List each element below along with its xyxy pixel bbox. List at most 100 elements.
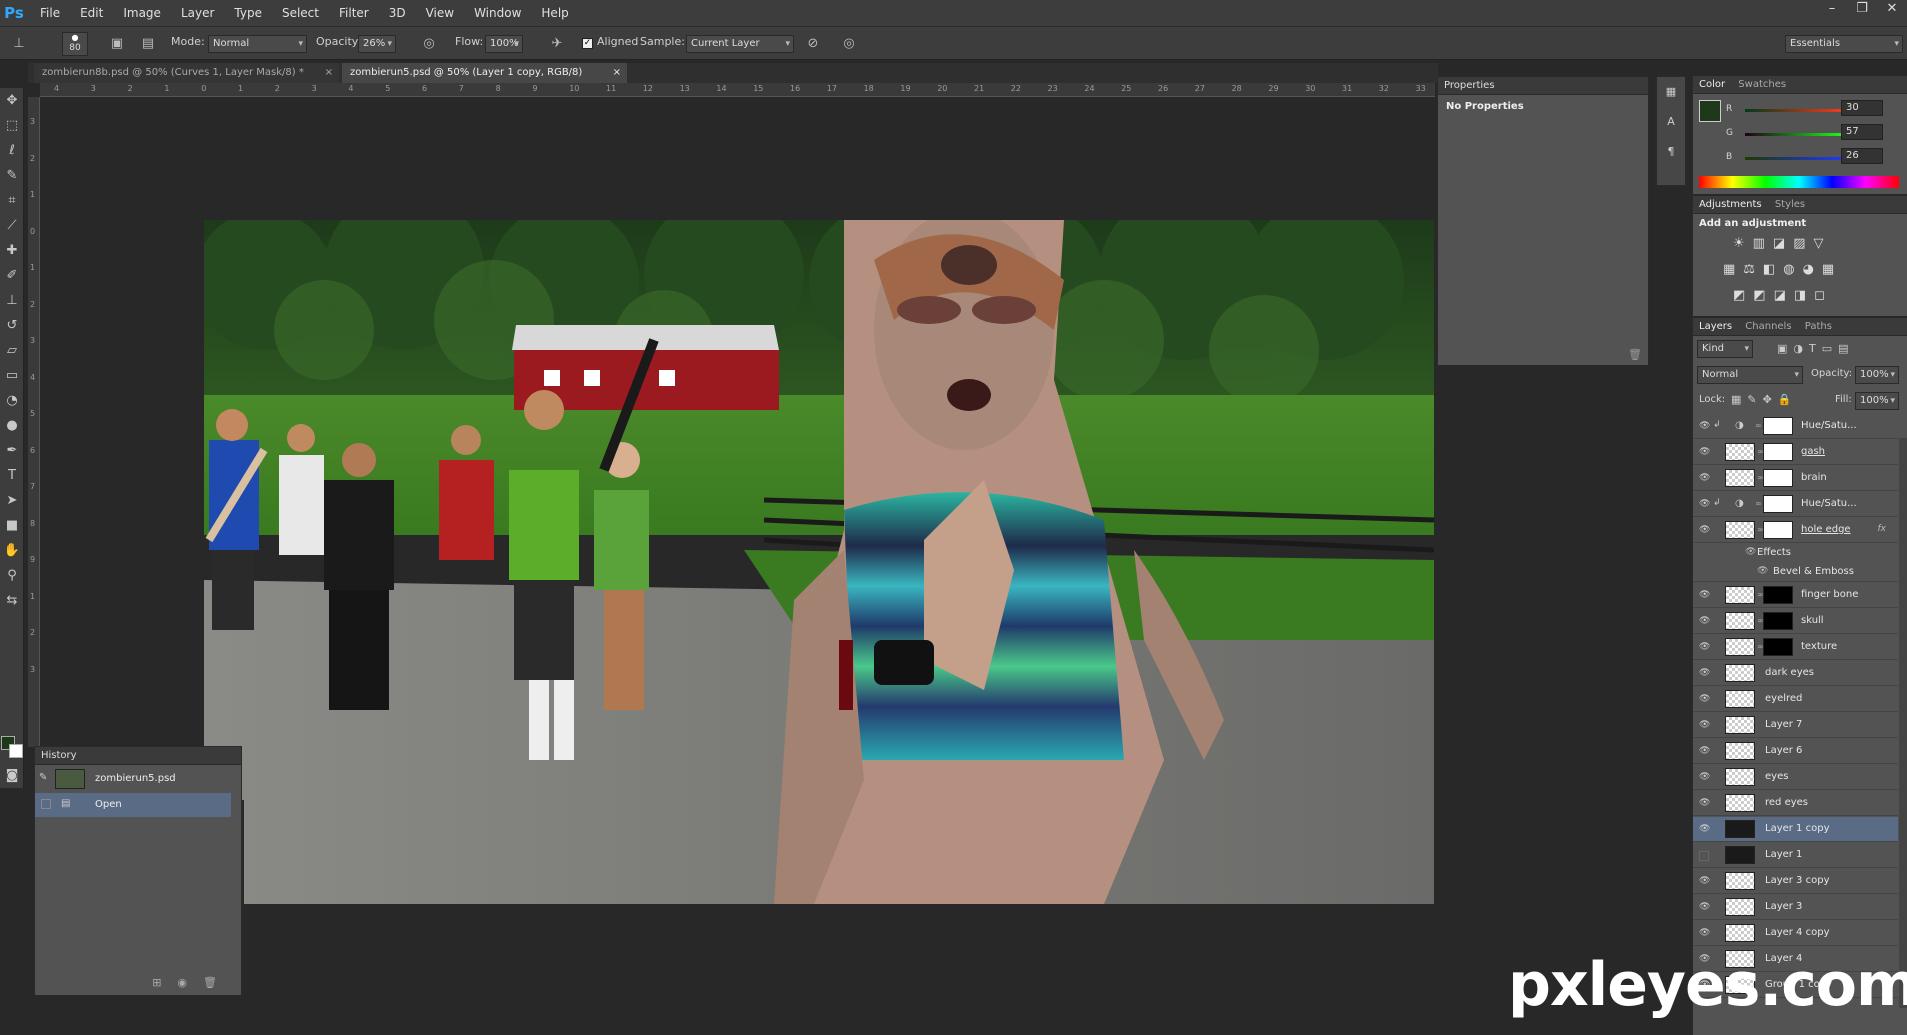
history-step-checkbox[interactable] xyxy=(41,799,51,809)
layer-row[interactable]: 👁 eyes xyxy=(1693,765,1898,790)
clone-stamp-icon[interactable]: ⊥ xyxy=(10,35,28,53)
layer-row[interactable]: 👁 Layer 3 xyxy=(1693,895,1898,920)
layer-mask-thumbnail[interactable] xyxy=(1763,417,1793,435)
shape-tool-icon[interactable]: ■ xyxy=(0,513,24,538)
r-slider[interactable] xyxy=(1745,109,1845,112)
lasso-tool-icon[interactable]: ℓ xyxy=(0,138,24,163)
effect-row[interactable]: 👁 Bevel & Emboss xyxy=(1693,563,1898,582)
quick-select-tool-icon[interactable]: ✎ xyxy=(0,163,24,188)
effects-row[interactable]: 👁 Effects xyxy=(1693,544,1898,563)
layer-row[interactable]: 👁 Layer 7 xyxy=(1693,713,1898,738)
menu-view[interactable]: View xyxy=(416,0,464,27)
flow-input[interactable]: 100% xyxy=(485,35,523,53)
b-slider[interactable] xyxy=(1745,157,1845,160)
brush-tool-icon[interactable]: ✐ xyxy=(0,263,24,288)
restore-button[interactable]: ❐ xyxy=(1847,0,1877,20)
marquee-tool-icon[interactable]: ⬚ xyxy=(0,113,24,138)
tab-swatches[interactable]: Swatches xyxy=(1738,76,1786,94)
layer-row[interactable]: 👁 red eyes xyxy=(1693,791,1898,816)
adjustment-icons-row-3[interactable]: ◩◩◪◨◻ xyxy=(1733,288,1833,303)
visibility-eye-icon[interactable]: 👁 xyxy=(1699,474,1710,483)
zoom-tool-icon[interactable]: ⚲ xyxy=(0,563,24,588)
brush-preset-picker[interactable]: ● 80 xyxy=(62,32,88,56)
menu-window[interactable]: Window xyxy=(464,0,531,27)
path-select-tool-icon[interactable]: ➤ xyxy=(0,488,24,513)
layer-row[interactable]: 👁 Layer 4 copy xyxy=(1693,921,1898,946)
layer-mask-thumbnail[interactable] xyxy=(1763,495,1793,513)
menu-3d[interactable]: 3D xyxy=(379,0,416,27)
menu-image[interactable]: Image xyxy=(113,0,171,27)
history-brush-tool-icon[interactable]: ↺ xyxy=(0,313,24,338)
layer-row[interactable]: 👁 ∞ texture xyxy=(1693,635,1898,660)
close-tab-icon[interactable]: × xyxy=(325,63,333,83)
visibility-eye-icon[interactable]: 👁 xyxy=(1699,877,1710,886)
menu-filter[interactable]: Filter xyxy=(329,0,379,27)
b-value[interactable]: 26 xyxy=(1841,148,1883,164)
foreground-color-chip[interactable] xyxy=(1699,100,1721,122)
menu-file[interactable]: File xyxy=(30,0,70,27)
paragraph-icon[interactable]: ¶ xyxy=(1657,137,1685,167)
layer-row[interactable]: 👁 ∞ brain xyxy=(1693,466,1898,491)
effect-visibility-icon[interactable]: 👁 xyxy=(1745,547,1756,557)
menu-edit[interactable]: Edit xyxy=(70,0,113,27)
visibility-eye-icon[interactable]: 👁 xyxy=(1699,526,1710,535)
color-spectrum[interactable] xyxy=(1699,176,1899,188)
visibility-eye-icon[interactable]: 👁 xyxy=(1699,903,1710,912)
swap-colors-icon[interactable]: ⇆ xyxy=(0,588,24,613)
layer-row[interactable]: 👁 ↲ ◑ ∞ Hue/Satu... xyxy=(1693,492,1898,517)
g-slider[interactable] xyxy=(1745,133,1845,136)
visibility-eye-icon[interactable]: 👁 xyxy=(1699,617,1710,626)
quick-mask-icon[interactable]: ◙ xyxy=(0,763,24,788)
tab-adjustments[interactable]: Adjustments xyxy=(1699,196,1762,214)
layer-mask-thumbnail[interactable] xyxy=(1763,586,1793,604)
dodge-tool-icon[interactable]: ● xyxy=(0,413,24,438)
adjustment-icons-row-1[interactable]: ☀▥◪▨▽ xyxy=(1733,236,1832,251)
eyedropper-tool-icon[interactable]: ⟋ xyxy=(0,213,24,238)
lock-icons[interactable]: ▦✎✥🔒 xyxy=(1731,393,1798,406)
opacity-input[interactable]: 26% xyxy=(358,35,396,53)
tab-layers[interactable]: Layers xyxy=(1699,318,1732,336)
layers-scrollbar[interactable] xyxy=(1899,438,1907,1008)
kind-filter-select[interactable]: Kind xyxy=(1697,340,1753,358)
menu-type[interactable]: Type xyxy=(224,0,272,27)
layer-row[interactable]: 👁 ∞ gash xyxy=(1693,440,1898,465)
tab-channels[interactable]: Channels xyxy=(1745,318,1791,336)
layer-mask-thumbnail[interactable] xyxy=(1763,612,1793,630)
fx-icon[interactable]: fx xyxy=(1878,524,1887,534)
character-icon[interactable]: A xyxy=(1657,107,1685,137)
history-step-row[interactable]: ▤ Open xyxy=(35,793,231,817)
r-value[interactable]: 30 xyxy=(1841,100,1883,116)
toggle-brush-panel-icon[interactable]: ▣ xyxy=(108,35,126,53)
menu-select[interactable]: Select xyxy=(272,0,329,27)
layer-row[interactable]: 👁 ↲ ◑ ∞ Hue/Satu... xyxy=(1693,414,1898,439)
close-button[interactable]: ✕ xyxy=(1877,0,1907,20)
tab-color[interactable]: Color xyxy=(1699,76,1725,94)
clone-source-panel-icon[interactable]: ▤ xyxy=(139,35,157,53)
mode-select[interactable]: Normal xyxy=(208,35,307,53)
visibility-eye-icon[interactable]: 👁 xyxy=(1699,669,1710,678)
gradient-tool-icon[interactable]: ▭ xyxy=(0,363,24,388)
history-footer-icons[interactable]: ⊞◉🗑 xyxy=(152,976,233,989)
layer-mask-thumbnail[interactable] xyxy=(1763,443,1793,461)
layer-row[interactable]: 👁 ∞ hole edge fx xyxy=(1693,518,1898,543)
visibility-eye-icon[interactable]: 👁 xyxy=(1699,799,1710,808)
visibility-eye-icon[interactable]: 👁 xyxy=(1699,643,1710,652)
layer-row[interactable]: 👁 dark eyes xyxy=(1693,661,1898,686)
background-color-swatch[interactable] xyxy=(9,744,23,758)
effect-visibility-icon[interactable]: 👁 xyxy=(1757,566,1768,576)
trash-icon[interactable]: 🗑 xyxy=(1628,348,1642,361)
layer-row[interactable]: Layer 1 xyxy=(1693,843,1898,868)
layer-fill-input[interactable]: 100% xyxy=(1855,392,1899,410)
filter-icons[interactable]: ▣◑T▭▤ xyxy=(1777,342,1855,355)
sample-select[interactable]: Current Layer xyxy=(686,35,794,53)
blend-mode-select[interactable]: Normal xyxy=(1697,366,1803,384)
aligned-checkbox[interactable]: ✓ xyxy=(582,38,593,49)
pressure-opacity-icon[interactable]: ◎ xyxy=(420,35,438,53)
history-snapshot-row[interactable]: ✎ zombierun5.psd xyxy=(35,767,231,791)
histogram-icon[interactable]: ▦ xyxy=(1657,77,1685,107)
document-image[interactable] xyxy=(204,220,1434,904)
layer-row[interactable]: 👁 eyelred xyxy=(1693,687,1898,712)
visibility-box-empty[interactable] xyxy=(1699,851,1709,861)
tab-styles[interactable]: Styles xyxy=(1775,196,1805,214)
visibility-eye-icon[interactable]: 👁 xyxy=(1699,591,1710,600)
